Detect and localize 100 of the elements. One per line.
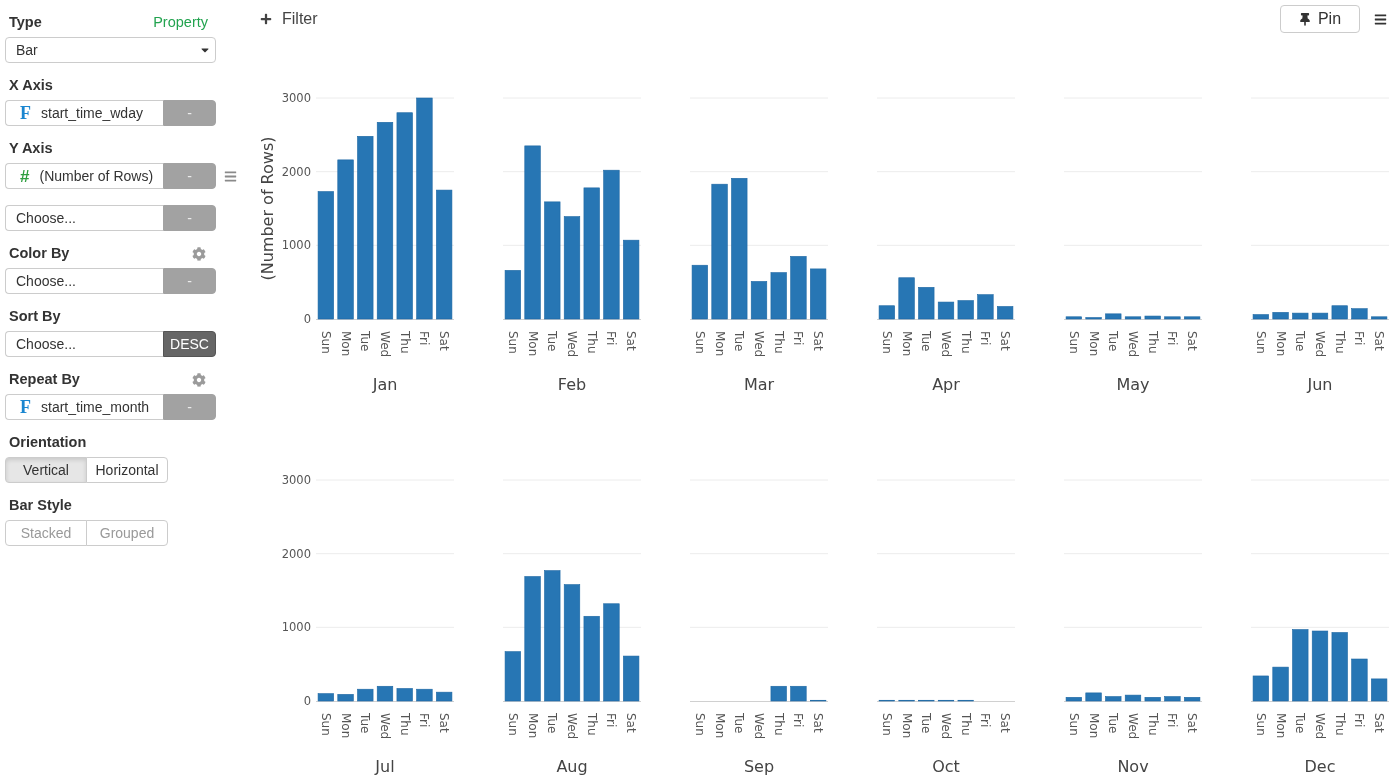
gear-icon[interactable] [192,373,206,387]
bar [1272,312,1289,320]
x-tick-label: Wed [939,713,953,740]
x-tick-label: Thu [1145,713,1160,736]
field-select[interactable]: Choose... [5,268,163,294]
gear-icon[interactable] [192,247,206,261]
x-tick-label: Tue [1293,713,1308,734]
bar [317,693,334,702]
field-type-glyph: # [20,167,30,185]
bar [790,685,807,702]
bar [790,256,807,320]
x-tick-label: Mon [712,331,727,357]
pin-icon [1298,12,1311,26]
bar [1164,696,1181,702]
x-axis-title: Mar [743,374,775,394]
section-label: Sort By [8,307,61,327]
x-tick-label: Wed [378,331,392,358]
x-tick-label: Thu [771,331,786,354]
x-tick-label: Sun [505,331,520,354]
field-select[interactable]: # (Number of Rows) [5,163,163,189]
bar [750,281,768,320]
x-tick-label: Sun [879,713,894,736]
field-select[interactable]: F start_time_wday [5,100,163,126]
x-tick-label: Fri [604,713,619,728]
x-tick-label: Thu [584,331,599,354]
bar [337,694,354,702]
x-tick-label: Mon [525,331,540,357]
bar [623,655,640,702]
bar [1144,697,1161,702]
bar [1252,314,1269,320]
x-tick-label: Fri [1352,713,1367,728]
chart-type-select[interactable]: Bar [5,37,216,63]
x-tick-label: Sun [1253,713,1268,736]
bar [1124,316,1142,320]
y-axis-title: (Number of Rows) [257,136,277,281]
x-tick-label: Thu [1332,713,1347,736]
x-tick-label: Tue [358,331,373,352]
x-tick-label: Sat [1372,713,1387,733]
x-tick-label: Sat [1372,331,1387,351]
bar [1085,692,1102,702]
x-tick-label: Mon [899,331,914,357]
x-tick-label: Sat [437,713,452,733]
x-axis-title: Apr [932,374,960,394]
x-tick-label: Fri [417,713,432,728]
x-axis-title: Dec [1304,756,1336,776]
y-tick-label: 1000 [281,238,311,253]
x-tick-label: Tue [919,713,934,734]
x-tick-label: Fri [791,331,806,346]
bar [997,306,1014,320]
x-tick-label: Wed [1126,331,1140,358]
x-tick-label: Tue [545,713,560,734]
y-tick-label: 3000 [281,91,311,105]
segment-button[interactable]: Vertical [5,457,87,483]
section-label: Color By [8,244,70,264]
x-tick-label: Thu [397,331,412,354]
bar [396,688,413,702]
x-tick-label: Sun [505,713,520,736]
x-tick-label: Sat [1185,713,1200,733]
bar [1105,313,1122,320]
x-axis-title: Oct [932,756,960,776]
x-tick-label: Wed [378,713,392,740]
bar [1085,317,1102,320]
x-tick-label: Mon [525,713,540,739]
x-tick-label: Fri [417,331,432,346]
add-filter-button[interactable]: Filter [260,7,318,31]
x-tick-label: Tue [1106,331,1121,352]
sort-order-button[interactable]: DESC [163,331,216,357]
x-tick-label: Sat [624,331,639,351]
x-axis-title: Feb [557,374,587,394]
bar [1105,696,1122,702]
field-type-glyph: F [20,104,31,122]
x-tick-label: Wed [752,331,766,358]
bar [416,688,433,702]
x-tick-label: Mon [1273,331,1288,357]
x-tick-label: Sun [318,713,333,736]
bar [937,699,955,702]
bar [1124,694,1142,702]
y-tick-label: 2000 [281,164,311,179]
x-tick-label: Mon [1273,713,1288,739]
x-tick-label: Fri [604,331,619,346]
section-label: Orientation [8,433,87,453]
bar [937,301,955,320]
x-tick-label: Mon [1086,713,1101,739]
bar [810,699,827,702]
field-select[interactable]: Choose... [5,331,163,357]
menu-icon[interactable] [1374,12,1387,26]
x-tick-label: Wed [565,331,579,358]
x-tick-label: Fri [1165,713,1180,728]
y-tick-label: 0 [303,694,311,708]
pin-button[interactable]: Pin [1280,5,1360,33]
bar [504,270,521,320]
x-tick-label: Sun [318,331,333,354]
bar [918,287,935,320]
bar [1292,312,1309,320]
segment-button[interactable]: Horizontal [86,457,168,483]
x-tick-label: Fri [791,713,806,728]
x-tick-label: Wed [1313,713,1327,740]
bar [770,272,787,320]
section-label: Y Axis [8,139,53,159]
field-select[interactable]: F start_time_month [5,394,163,420]
